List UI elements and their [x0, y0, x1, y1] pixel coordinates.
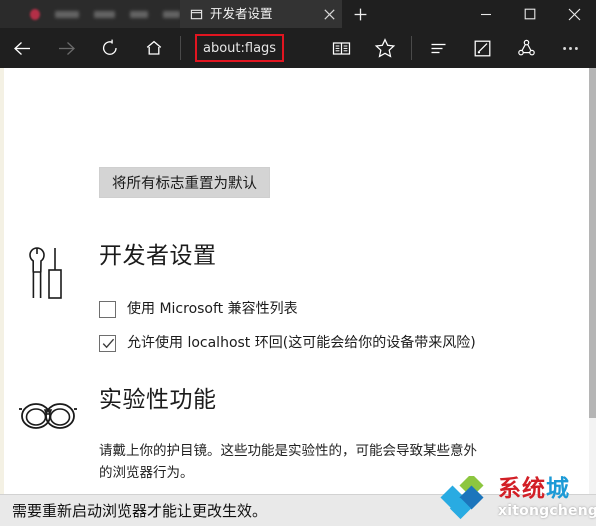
notification-message: 需要重新启动浏览器才能让更改生效。 — [12, 502, 268, 520]
address-input[interactable]: about:flags — [203, 41, 276, 56]
close-window-button[interactable] — [552, 0, 596, 28]
minimize-button[interactable] — [464, 0, 508, 28]
tools-icon — [29, 247, 62, 299]
minimize-icon — [481, 13, 491, 16]
section-description: 请戴上你的护目镜。这些功能是实验性的，可能会导致某些意外的浏览器行为。 — [99, 443, 477, 481]
background-window-text-blur — [55, 10, 80, 18]
close-icon — [568, 8, 580, 20]
hub-button[interactable] — [416, 28, 460, 68]
forward-arrow-icon — [58, 41, 75, 55]
web-note-button[interactable] — [460, 28, 504, 68]
checkbox-unchecked[interactable] — [99, 301, 116, 318]
checkbox-label: 使用 Microsoft 兼容性列表 — [127, 301, 298, 317]
edge-browser-window: 开发者设置 about:flags 将所有标志重置为默认 开发者设置 使用 Mi… — [0, 0, 596, 526]
address-bar[interactable]: about:flags — [185, 28, 319, 68]
browser-toolbar: about:flags — [0, 28, 596, 68]
url-highlight-annotation: about:flags — [195, 34, 285, 62]
checkbox-checked[interactable] — [99, 335, 116, 352]
about-flags-page: 将所有标志重置为默认 开发者设置 使用 Microsoft 兼容性列表 允许使用… — [0, 68, 589, 526]
goggles-icon — [19, 403, 77, 429]
tab-developer-settings[interactable]: 开发者设置 — [180, 0, 342, 28]
reset-all-flags-button[interactable]: 将所有标志重置为默认 — [99, 167, 270, 198]
background-window-text-blur — [94, 10, 115, 18]
maximize-icon — [524, 8, 536, 20]
more-button[interactable] — [548, 28, 592, 68]
refresh-button[interactable] — [88, 28, 132, 68]
refresh-icon — [102, 39, 117, 55]
page-icon — [190, 9, 203, 19]
favorites-star-icon — [374, 38, 396, 58]
page-scrollbar[interactable] — [589, 68, 596, 526]
toolbar-divider — [411, 36, 412, 60]
more-icon — [562, 46, 578, 50]
maximize-button[interactable] — [508, 0, 552, 28]
restart-notification-bar: 需要重新启动浏览器才能让更改生效。 — [0, 494, 596, 526]
share-button[interactable] — [504, 28, 548, 68]
checkbox-label: 允许使用 localhost 环回(这可能会给你的设备带来风险) — [127, 335, 476, 351]
toolbar-divider — [180, 36, 181, 60]
page-viewport: 将所有标志重置为默认 开发者设置 使用 Microsoft 兼容性列表 允许使用… — [0, 68, 596, 526]
reading-view-button[interactable] — [319, 28, 363, 68]
section-title: 实验性功能 — [99, 387, 217, 413]
tabbar-drag-region — [378, 0, 464, 28]
favorites-button[interactable] — [363, 28, 407, 68]
background-window-text-blur — [129, 10, 149, 18]
title-bar: 开发者设置 — [0, 0, 596, 28]
background-window-dot — [30, 8, 41, 20]
toolbar-right-icons — [319, 28, 596, 68]
checkbox-row-localhost-loopback[interactable]: 允许使用 localhost 环回(这可能会给你的设备带来风险) — [99, 334, 476, 352]
checkbox-row-compat-list[interactable]: 使用 Microsoft 兼容性列表 — [99, 300, 298, 318]
plus-icon — [354, 8, 366, 20]
section-title: 开发者设置 — [99, 243, 217, 269]
background-window-blurred — [0, 0, 180, 28]
window-controls — [464, 0, 596, 28]
new-tab-button[interactable] — [342, 0, 378, 28]
tab-title: 开发者设置 — [210, 6, 273, 21]
reading-view-icon — [332, 41, 350, 55]
back-button[interactable] — [0, 28, 44, 68]
web-note-icon — [474, 40, 490, 56]
forward-button[interactable] — [44, 28, 88, 68]
scrollbar-thumb[interactable] — [589, 68, 596, 418]
home-icon — [146, 40, 162, 55]
tab-close-button[interactable] — [316, 0, 342, 28]
back-arrow-icon — [13, 41, 30, 55]
home-button[interactable] — [132, 28, 176, 68]
background-window-text-blur — [163, 10, 180, 18]
hub-icon — [431, 43, 445, 53]
share-icon — [517, 39, 535, 55]
close-icon — [323, 8, 335, 20]
checkmark-icon — [102, 338, 115, 349]
